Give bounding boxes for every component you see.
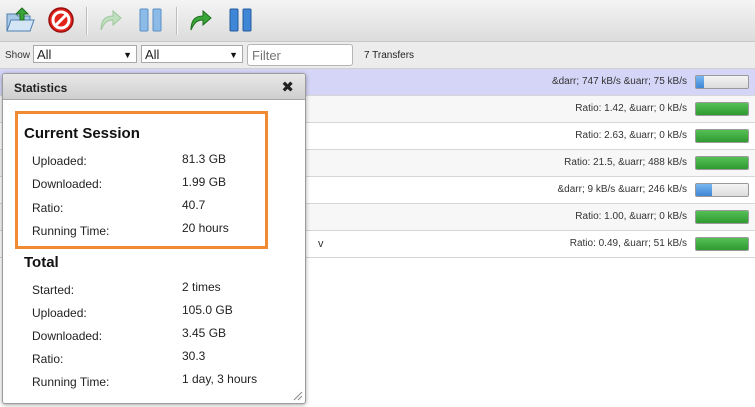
progress-bar bbox=[695, 75, 749, 89]
current-session-heading: Current Session bbox=[24, 125, 140, 142]
state-filter-select[interactable]: All ▼ bbox=[33, 45, 137, 63]
transfer-stats: &darr; 9 kB/s &uarr; 246 kB/s bbox=[557, 184, 688, 195]
progress-fill bbox=[696, 76, 704, 88]
open-torrent-button[interactable] bbox=[4, 5, 36, 35]
progress-fill bbox=[696, 238, 748, 250]
session-ratio-label: Ratio: bbox=[32, 201, 64, 215]
progress-bar bbox=[695, 183, 749, 197]
total-running-time-value: 1 day, 3 hours bbox=[182, 372, 258, 386]
total-running-time-label: Running Time: bbox=[32, 375, 110, 389]
session-downloaded-value: 1.99 GB bbox=[182, 175, 227, 189]
pause-all-button[interactable] bbox=[225, 5, 257, 35]
resume-all-button[interactable] bbox=[184, 5, 216, 35]
session-downloaded-label: Downloaded: bbox=[32, 177, 103, 191]
tracker-filter-value: All bbox=[145, 47, 160, 62]
pause-icon bbox=[229, 8, 252, 32]
toolbar bbox=[0, 0, 755, 42]
total-ratio-value: 30.3 bbox=[182, 349, 206, 363]
transfer-name: v bbox=[318, 238, 324, 250]
pause-icon bbox=[139, 8, 162, 32]
statistics-dialog: Statistics ✖ Current Session Uploaded: 8… bbox=[2, 73, 306, 404]
close-icon[interactable]: ✖ bbox=[281, 78, 294, 96]
session-uploaded-value: 81.3 GB bbox=[182, 152, 227, 166]
no-entry-icon bbox=[48, 7, 74, 33]
remove-torrent-button[interactable] bbox=[45, 5, 77, 35]
resize-grip-icon[interactable] bbox=[291, 389, 303, 401]
transfer-stats: Ratio: 1.00, &uarr; 0 kB/s bbox=[575, 211, 687, 222]
total-started-label: Started: bbox=[32, 283, 75, 297]
progress-fill bbox=[696, 157, 748, 169]
total-uploaded-label: Uploaded: bbox=[32, 306, 87, 320]
show-label: Show bbox=[5, 50, 31, 61]
curved-arrow-icon bbox=[100, 9, 122, 31]
toolbar-separator bbox=[86, 7, 87, 35]
total-ratio-label: Ratio: bbox=[32, 352, 64, 366]
curved-arrow-icon bbox=[190, 9, 212, 31]
progress-bar bbox=[695, 102, 749, 116]
transfer-stats: Ratio: 0.49, &uarr; 51 kB/s bbox=[569, 238, 687, 249]
toolbar-separator bbox=[176, 7, 177, 35]
progress-bar bbox=[695, 129, 749, 143]
transfer-stats: &darr; 747 kB/s &uarr; 75 kB/s bbox=[551, 76, 687, 87]
folder-open-icon bbox=[6, 7, 35, 32]
pause-selected-button[interactable] bbox=[135, 5, 167, 35]
chevron-down-icon: ▼ bbox=[123, 50, 132, 60]
dialog-header[interactable]: Statistics ✖ bbox=[3, 74, 305, 100]
session-ratio-value: 40.7 bbox=[182, 198, 206, 212]
progress-fill bbox=[696, 103, 748, 115]
progress-bar bbox=[695, 210, 749, 224]
total-heading: Total bbox=[24, 254, 59, 271]
total-started-value: 2 times bbox=[182, 280, 221, 294]
transfer-stats: Ratio: 2.63, &uarr; 0 kB/s bbox=[575, 130, 687, 141]
resume-selected-button[interactable] bbox=[94, 5, 126, 35]
progress-fill bbox=[696, 184, 712, 196]
chevron-down-icon: ▼ bbox=[229, 50, 238, 60]
session-running-time-value: 20 hours bbox=[182, 221, 229, 235]
progress-bar bbox=[695, 237, 749, 251]
progress-fill bbox=[696, 211, 748, 223]
dialog-title: Statistics bbox=[14, 81, 68, 95]
progress-fill bbox=[696, 130, 748, 142]
filter-bar: Show All ▼ All ▼ 7 Transfers bbox=[0, 42, 755, 69]
total-downloaded-value: 3.45 GB bbox=[182, 326, 227, 340]
total-uploaded-value: 105.0 GB bbox=[182, 303, 233, 317]
progress-bar bbox=[695, 156, 749, 170]
total-downloaded-label: Downloaded: bbox=[32, 329, 103, 343]
transfer-stats: Ratio: 1.42, &uarr; 0 kB/s bbox=[575, 103, 687, 114]
tracker-filter-select[interactable]: All ▼ bbox=[141, 45, 243, 63]
state-filter-value: All bbox=[37, 47, 52, 62]
transfers-count: 7 Transfers bbox=[364, 50, 415, 61]
session-uploaded-label: Uploaded: bbox=[32, 154, 87, 168]
session-running-time-label: Running Time: bbox=[32, 224, 110, 238]
transfer-stats: Ratio: 21.5, &uarr; 488 kB/s bbox=[564, 157, 687, 168]
filter-input[interactable] bbox=[247, 44, 353, 66]
